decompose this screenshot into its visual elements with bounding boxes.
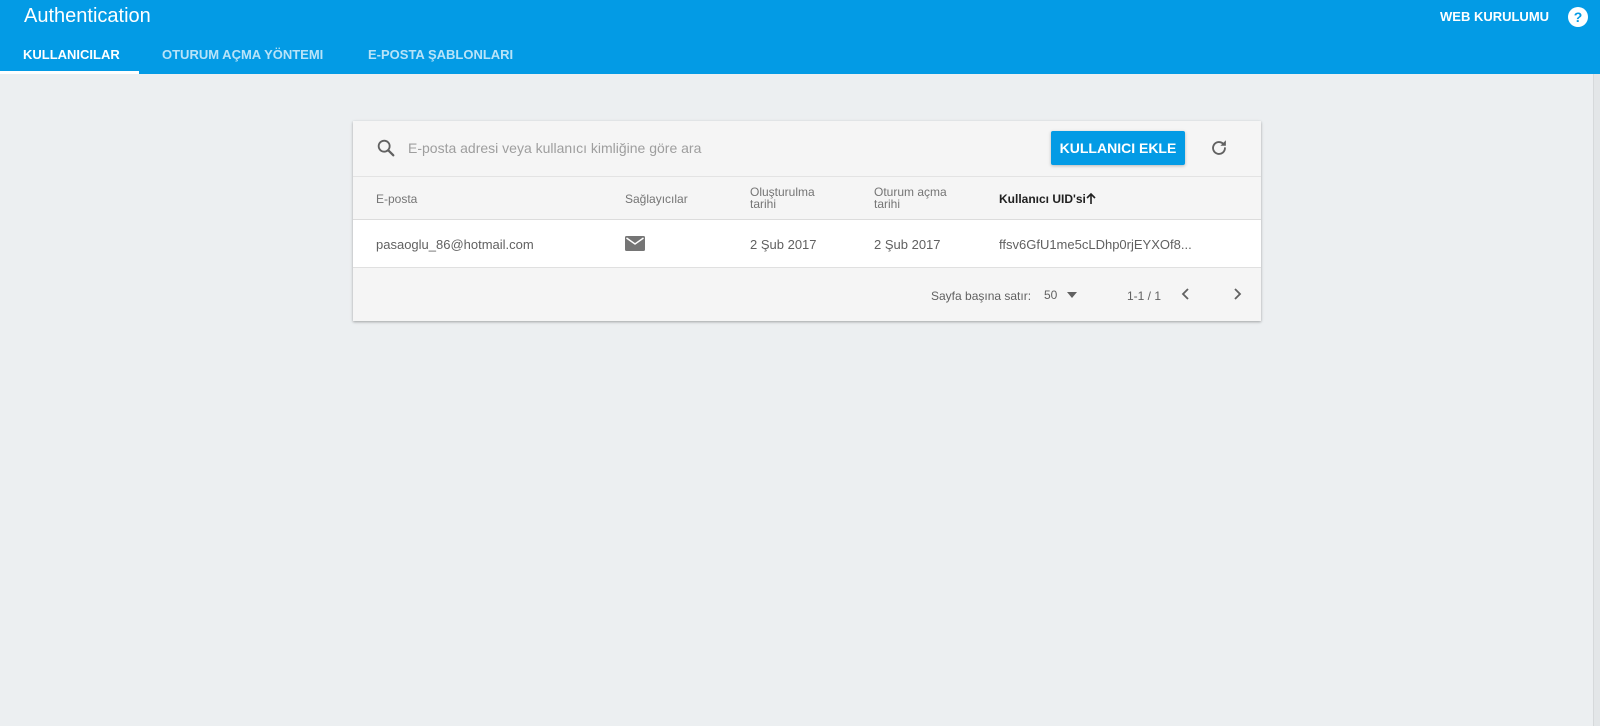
page-range: 1-1 / 1 [1127,289,1162,303]
column-created-line2: tarihi [750,197,777,211]
column-email[interactable]: E-posta [376,193,417,205]
help-icon[interactable]: ? [1568,7,1588,27]
column-created[interactable]: Oluşturulma tarihi [750,186,815,210]
table-row[interactable]: pasaoglu_86@hotmail.com 2 Şub 2017 2 Şub… [353,220,1261,268]
web-setup-button[interactable]: WEB KURULUMU [1440,9,1549,24]
rows-per-page-label: Sayfa başına satır: [931,289,1032,303]
refresh-icon[interactable] [1208,137,1230,159]
chevron-down-icon[interactable] [1067,292,1077,298]
column-providers: Sağlayıcılar [625,192,688,206]
mail-icon [625,236,645,251]
add-user-button[interactable]: KULLANICI EKLE [1051,131,1185,165]
column-signed-in[interactable]: Oturum açma tarihi [874,186,947,210]
table-header: E-posta Sağlayıcılar Oluşturulma tarihi … [353,176,1261,220]
row-uid: ffsv6GfU1me5cLDhp0rjEYXOf8... [999,237,1192,252]
tab-sign-in-method[interactable]: OTURUM AÇMA YÖNTEMI [162,47,323,62]
tab-email-templates[interactable]: E-POSTA ŞABLONLARI [368,47,513,62]
rows-per-page-select[interactable]: 50 [1044,288,1057,302]
users-card: KULLANICI EKLE E-posta Sağlayıcılar Oluş… [353,121,1261,321]
sort-ascending-icon[interactable] [1084,192,1098,206]
window-edge [1593,0,1600,726]
active-tab-indicator [0,71,139,74]
search-input[interactable] [408,137,1008,159]
row-email: pasaoglu_86@hotmail.com [376,237,534,252]
page-title: Authentication [24,5,151,27]
column-signed-in-line2: tarihi [874,197,901,211]
tab-users[interactable]: KULLANICILAR [23,47,120,62]
app-header: Authentication WEB KURULUMU ? KULLANICIL… [0,0,1600,74]
pagination-bar: Sayfa başına satır: 50 1-1 / 1 [353,268,1261,321]
chevron-right-icon[interactable] [1230,286,1244,302]
search-bar: KULLANICI EKLE [353,121,1261,176]
chevron-left-icon[interactable] [1179,286,1193,302]
column-uid[interactable]: Kullanıcı UID'si [999,193,1086,205]
row-created-date: 2 Şub 2017 [750,237,817,252]
row-signed-in-date: 2 Şub 2017 [874,237,941,252]
search-icon [377,139,395,157]
